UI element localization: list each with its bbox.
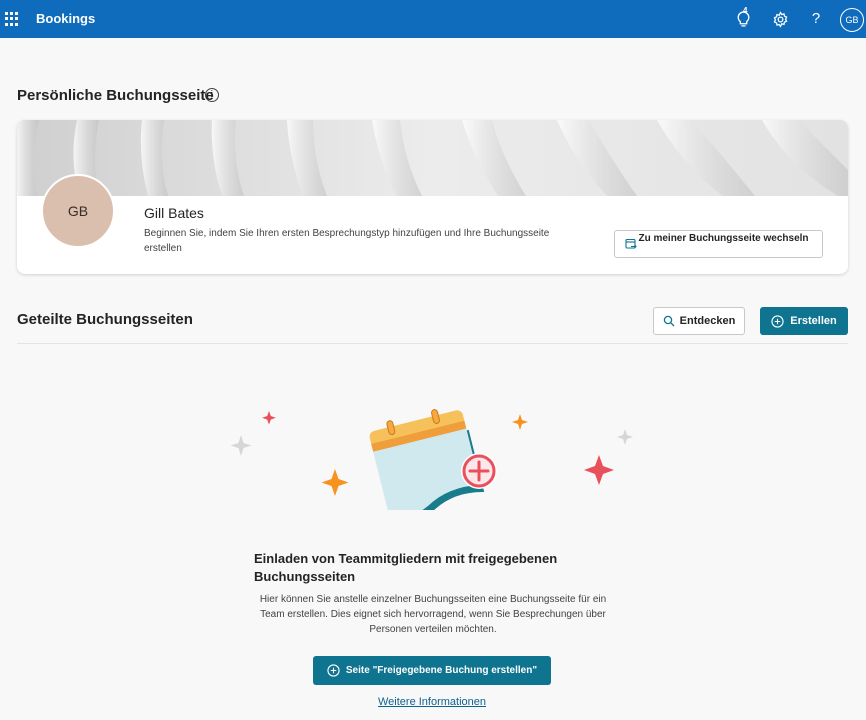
profile-description: Beginnen Sie, indem Sie Ihren ersten Bes… [144, 228, 550, 254]
profile-avatar: GB [41, 174, 115, 248]
sparkle-icon [617, 429, 633, 445]
switch-page-icon [625, 238, 637, 249]
help-icon[interactable]: ? [809, 10, 823, 27]
gear-icon[interactable] [770, 9, 790, 29]
add-circle-icon [327, 664, 340, 677]
info-icon[interactable]: i [205, 88, 219, 102]
app-title[interactable]: Bookings [36, 11, 95, 26]
learn-more-link[interactable]: Weitere Informationen [378, 696, 486, 708]
user-avatar[interactable]: GB [840, 8, 864, 32]
create-shared-booking-label: Seite "Freigegebene Buchung erstellen" [345, 665, 538, 676]
shared-section-title: Geteilte Buchungsseiten [17, 311, 193, 328]
create-button[interactable]: Erstellen [760, 307, 848, 335]
banner-image [17, 120, 848, 196]
create-shared-booking-button[interactable]: Seite "Freigegebene Buchung erstellen" [313, 656, 551, 685]
section-divider [17, 343, 848, 344]
profile-name: Gill Bates [144, 205, 204, 221]
sparkle-icon [262, 411, 276, 425]
personal-section-title: Persönliche Buchungsseite [17, 87, 214, 104]
personal-booking-card: GB Gill Bates Beginnen Sie, indem Sie Ih… [17, 120, 848, 274]
create-button-label: Erstellen [790, 315, 837, 327]
sparkle-icon [512, 414, 528, 430]
discover-button-label: Entdecken [679, 315, 736, 327]
notification-badge: 4 [743, 6, 748, 15]
add-circle-icon [771, 314, 784, 328]
sparkle-icon [230, 435, 252, 456]
sparkle-icon [584, 455, 614, 485]
empty-state-title: Einladen von Teammitgliedern mit freigeg… [254, 551, 558, 584]
calendar-illustration [230, 409, 633, 510]
search-icon [663, 315, 675, 327]
switch-booking-page-button[interactable]: Zu meiner Buchungsseite wechseln [614, 230, 823, 258]
sparkle-icon [321, 469, 349, 496]
waffle-icon[interactable] [4, 11, 20, 27]
app-header: Bookings 4 ? GB [0, 0, 866, 38]
discover-button[interactable]: Entdecken [653, 307, 745, 335]
switch-booking-page-label: Zu meiner Buchungsseite wechseln [638, 233, 809, 244]
empty-state-description: Hier können Sie anstelle einzelner Buchu… [259, 594, 607, 635]
